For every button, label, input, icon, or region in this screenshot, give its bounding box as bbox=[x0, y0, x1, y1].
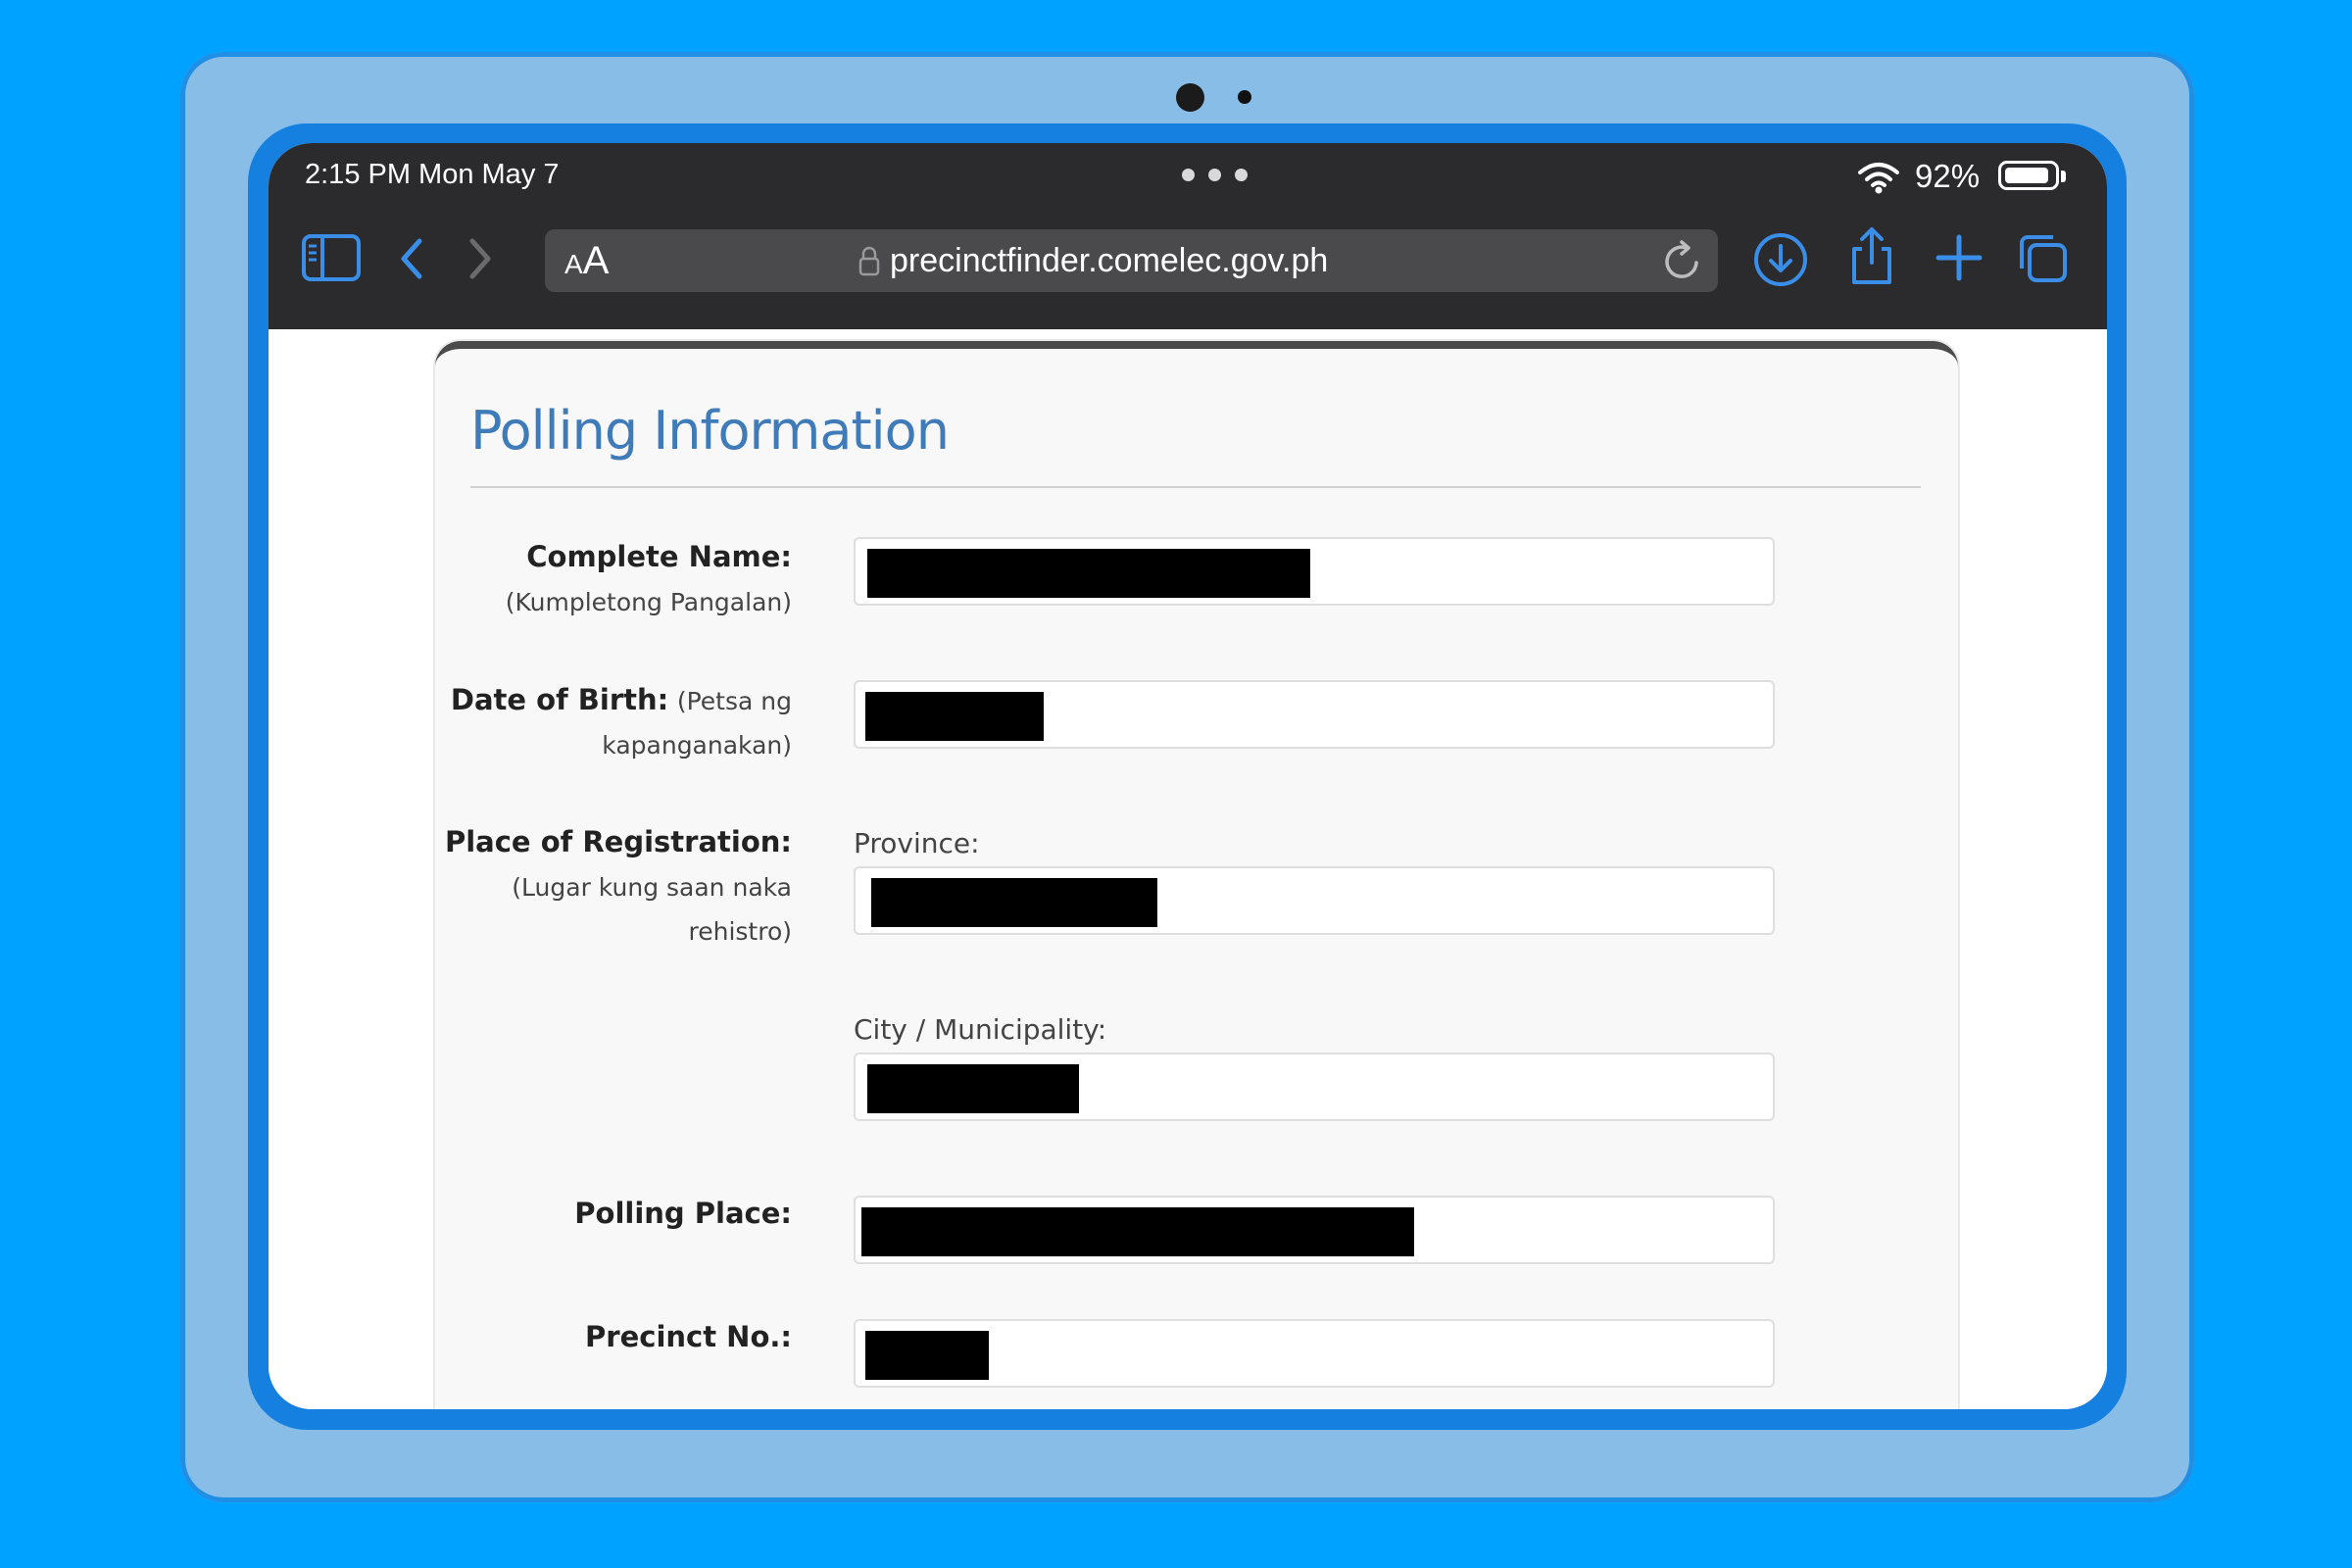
lock-icon bbox=[858, 246, 880, 276]
battery-tip bbox=[2061, 171, 2066, 182]
city-caption: City / Municipality: bbox=[854, 1013, 1107, 1046]
place-of-registration-label: Place of Registration: (Lugar kung saan … bbox=[444, 825, 792, 946]
browser-chrome: 2:15 PM Mon May 7 92% AA precinctfinder.… bbox=[269, 143, 2107, 329]
camera-sensor bbox=[1238, 90, 1251, 104]
dob-field[interactable] bbox=[854, 680, 1775, 749]
web-page: Polling Information Complete Name: (Kump… bbox=[269, 329, 2107, 1409]
redacted-value bbox=[861, 1207, 1414, 1256]
polling-info-card: Polling Information Complete Name: (Kump… bbox=[435, 341, 1958, 1409]
status-time: 2:15 PM Mon May 7 bbox=[305, 159, 560, 190]
precinct-field[interactable] bbox=[854, 1319, 1775, 1388]
new-tab-icon[interactable] bbox=[1935, 233, 1984, 282]
url-text: precinctfinder.comelec.gov.ph bbox=[890, 241, 1329, 279]
precinct-label: Precinct No.: bbox=[585, 1320, 792, 1353]
tablet-screen: 2:15 PM Mon May 7 92% AA precinctfinder.… bbox=[269, 143, 2107, 1409]
forward-icon[interactable] bbox=[465, 237, 496, 280]
download-icon[interactable] bbox=[1752, 231, 1809, 288]
city-field[interactable] bbox=[854, 1053, 1775, 1121]
reload-icon[interactable] bbox=[1661, 237, 1704, 284]
redacted-value bbox=[865, 1331, 989, 1380]
multitasking-dots[interactable] bbox=[1182, 169, 1248, 181]
wifi-icon bbox=[1858, 163, 1899, 194]
battery-icon bbox=[1998, 161, 2059, 190]
province-field[interactable] bbox=[854, 866, 1775, 935]
redacted-value bbox=[867, 549, 1310, 598]
battery-percent: 92% bbox=[1915, 158, 1981, 194]
redacted-value bbox=[865, 692, 1044, 741]
back-icon[interactable] bbox=[396, 237, 427, 280]
text-size-button[interactable]: AA bbox=[564, 239, 609, 283]
tabs-icon[interactable] bbox=[2016, 231, 2069, 284]
redacted-value bbox=[871, 878, 1157, 927]
polling-place-field[interactable] bbox=[854, 1196, 1775, 1264]
address-bar[interactable]: AA precinctfinder.comelec.gov.ph bbox=[545, 229, 1718, 292]
complete-name-label: Complete Name: (Kumpletong Pangalan) bbox=[505, 540, 792, 616]
province-caption: Province: bbox=[854, 827, 980, 859]
complete-name-field[interactable] bbox=[854, 537, 1775, 606]
dob-label: Date of Birth: (Petsa ng kapanganakan) bbox=[450, 683, 792, 760]
polling-place-label: Polling Place: bbox=[574, 1197, 792, 1230]
share-icon[interactable] bbox=[1848, 225, 1895, 286]
redacted-value bbox=[867, 1064, 1079, 1113]
camera-lens bbox=[1176, 83, 1204, 112]
title-divider bbox=[470, 486, 1921, 488]
page-title: Polling Information bbox=[470, 400, 950, 462]
sidebar-icon[interactable] bbox=[301, 233, 362, 282]
